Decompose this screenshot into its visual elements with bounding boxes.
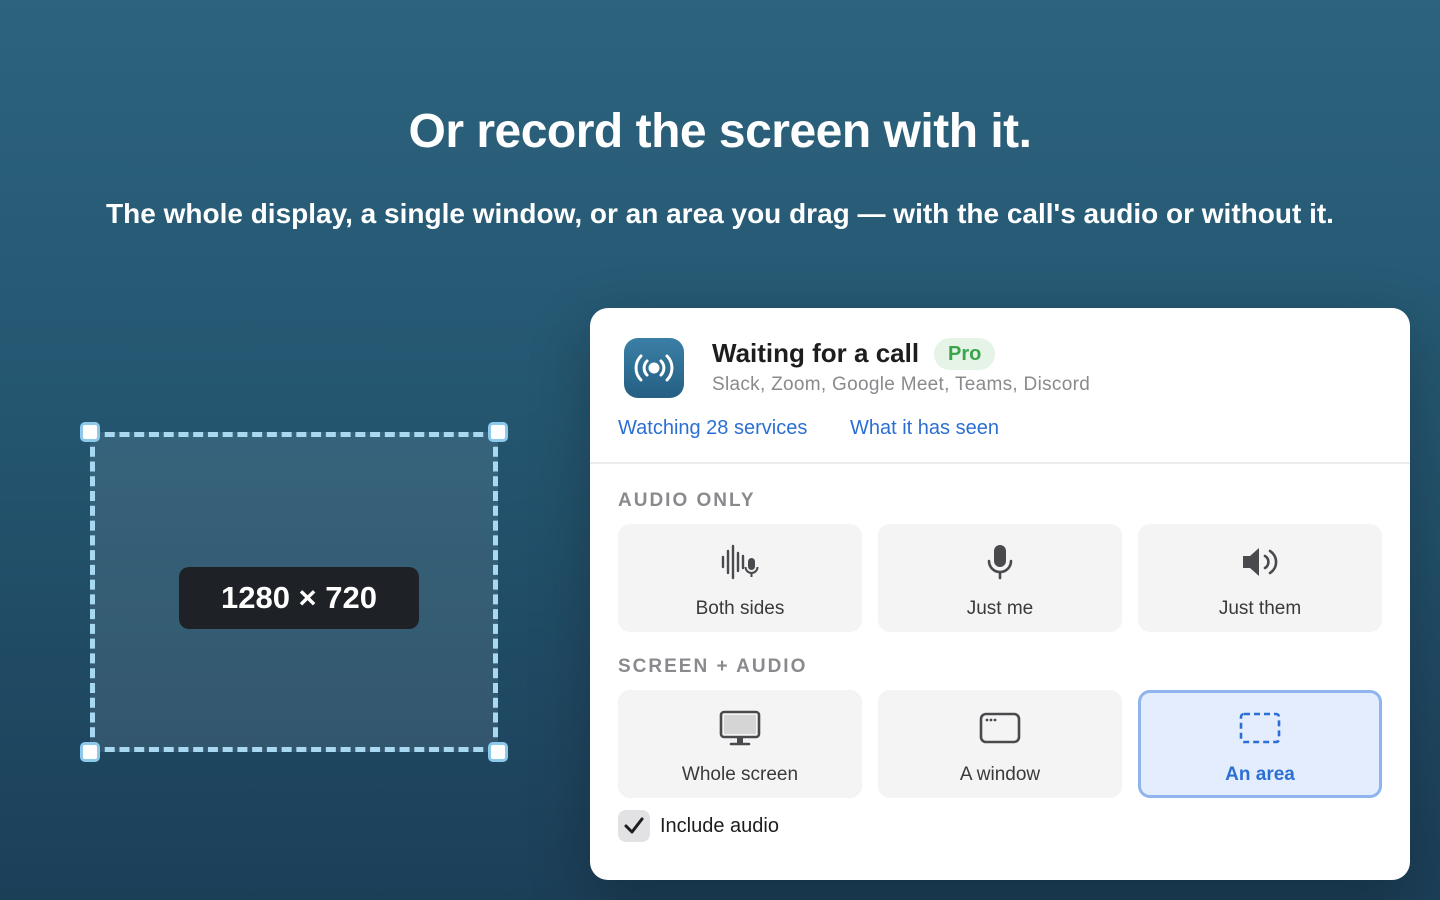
- monitor-icon: [719, 708, 761, 748]
- subheadline: The whole display, a single window, or a…: [106, 198, 1334, 229]
- dashed-rect-icon: [1239, 708, 1281, 748]
- checkmark-icon: [624, 817, 644, 834]
- waveform-mic-icon: [720, 542, 760, 582]
- option-label: Just me: [966, 598, 1034, 619]
- microphone-icon: [985, 542, 1015, 582]
- recorder-panel: Waiting for a call Pro Slack, Zoom, Goog…: [590, 308, 1410, 880]
- resize-handle-top-right[interactable]: [488, 422, 508, 442]
- option-label: Both sides: [695, 598, 785, 619]
- services-list: Slack, Zoom, Google Meet, Teams, Discord: [712, 374, 1091, 395]
- section-label-audio-only: AUDIO ONLY: [618, 490, 756, 511]
- resize-handle-top-left[interactable]: [80, 422, 100, 442]
- history-link[interactable]: What it has seen: [850, 417, 999, 440]
- panel-title: Waiting for a call: [712, 338, 920, 368]
- option-label: A window: [959, 764, 1041, 785]
- resize-handle-bottom-right[interactable]: [488, 742, 508, 762]
- include-audio-checkbox[interactable]: [618, 810, 650, 842]
- option-an-area[interactable]: An area: [1138, 690, 1382, 798]
- option-just-me[interactable]: Just me: [878, 524, 1122, 632]
- include-audio-label: Include audio: [660, 814, 779, 837]
- option-label: An area: [1225, 764, 1295, 785]
- option-label: Whole screen: [681, 764, 799, 785]
- resize-handle-bottom-left[interactable]: [80, 742, 100, 762]
- option-just-them[interactable]: Just them: [1138, 524, 1382, 632]
- area-selection-preview[interactable]: 1280 × 720: [80, 422, 508, 762]
- watching-services-link[interactable]: Watching 28 services: [618, 417, 807, 440]
- dimensions-badge: 1280 × 720: [179, 567, 419, 629]
- speaker-icon: [1240, 542, 1280, 582]
- window-icon: [979, 708, 1021, 748]
- divider: [590, 462, 1410, 464]
- pro-badge: Pro: [934, 338, 996, 370]
- headline: Or record the screen with it.: [408, 105, 1033, 158]
- option-whole-screen[interactable]: Whole screen: [618, 690, 862, 798]
- option-both-sides[interactable]: Both sides: [618, 524, 862, 632]
- option-a-window[interactable]: A window: [878, 690, 1122, 798]
- section-label-screen-audio: SCREEN + AUDIO: [618, 656, 808, 677]
- option-label: Just them: [1218, 598, 1302, 619]
- broadcast-icon: [624, 338, 684, 398]
- include-audio-toggle[interactable]: Include audio: [618, 810, 779, 842]
